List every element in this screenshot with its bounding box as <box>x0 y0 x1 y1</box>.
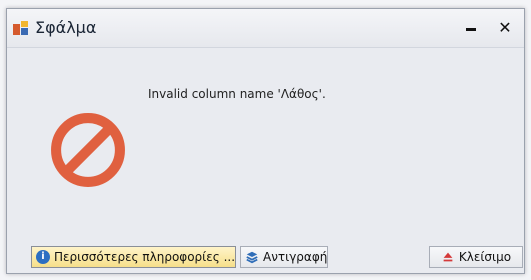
app-icon <box>13 21 28 35</box>
window-title: Σφάλμα <box>35 18 97 37</box>
close-label: Κλείσιμο <box>458 250 512 264</box>
more-info-button[interactable]: i Περισσότερες πληροφορίες ... <box>31 246 236 268</box>
copy-button[interactable]: Αντιγραφή <box>240 246 328 268</box>
error-dialog: Σφάλμα ✕ Invalid column name 'Λάθος'. i … <box>6 8 525 274</box>
eject-icon <box>443 252 453 262</box>
close-button[interactable]: Κλείσιμο <box>429 246 523 268</box>
copy-label: Αντιγραφή <box>263 250 328 264</box>
error-message: Invalid column name 'Λάθος'. <box>148 87 326 101</box>
more-info-label: Περισσότερες πληροφορίες ... <box>54 250 236 264</box>
error-icon <box>51 113 125 187</box>
minimize-button[interactable] <box>460 17 482 39</box>
stack-icon <box>246 251 258 264</box>
close-icon: ✕ <box>498 18 512 37</box>
info-icon: i <box>36 250 50 264</box>
title-bar: Σφάλμα ✕ <box>7 9 524 48</box>
close-window-button[interactable]: ✕ <box>494 17 516 39</box>
minimize-icon <box>466 28 476 31</box>
